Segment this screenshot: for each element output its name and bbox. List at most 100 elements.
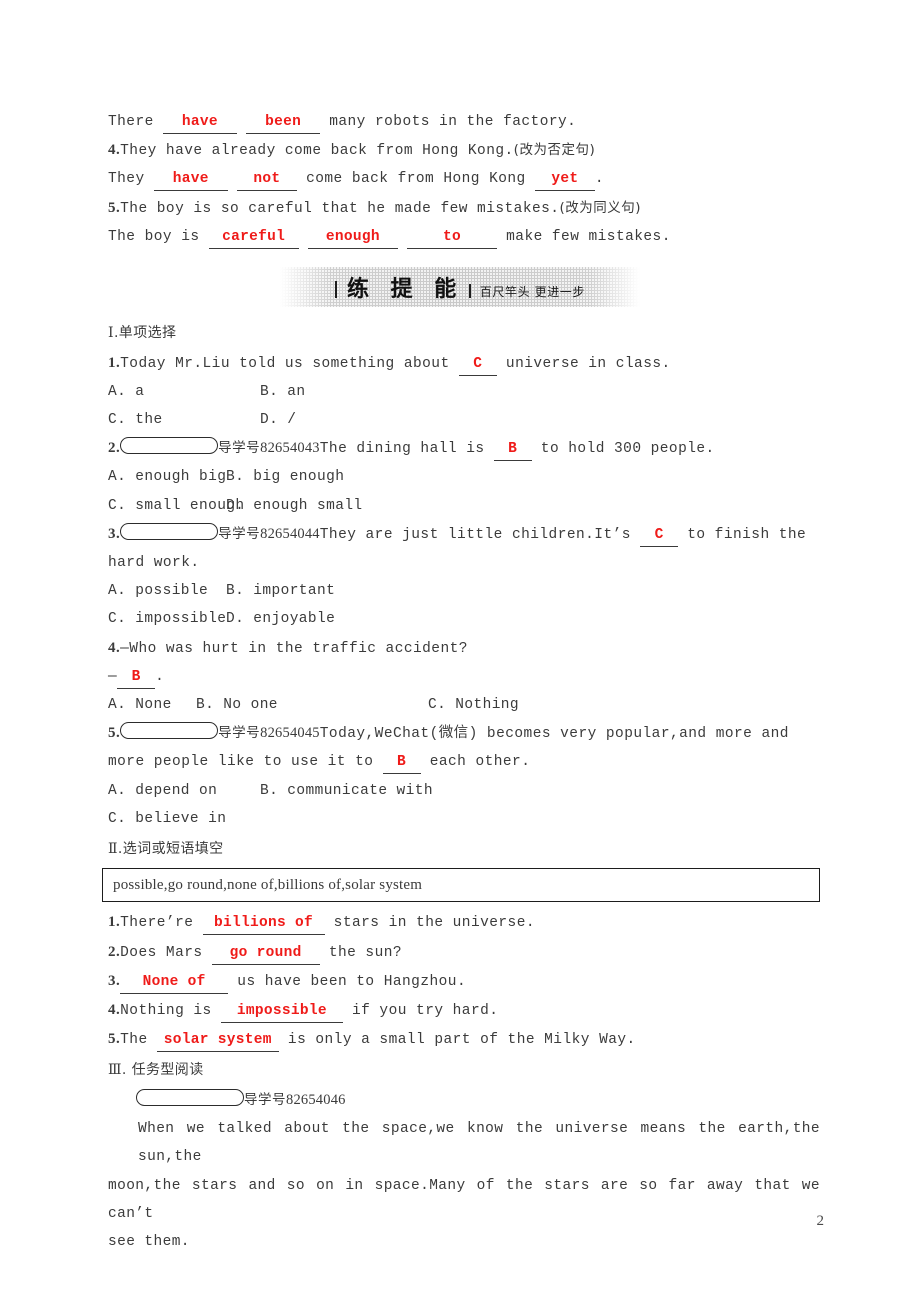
option-c[interactable]: C. Nothing bbox=[428, 691, 519, 719]
exercise-q5-stem: 5.The boy is so careful that he made few… bbox=[108, 194, 820, 223]
question-number: 5. bbox=[108, 725, 121, 742]
option-c[interactable]: C. impossible bbox=[108, 605, 226, 633]
s3-passage-line-2: moon,the stars and so on in space.Many o… bbox=[108, 1177, 830, 1222]
section-numeral: Ⅲ bbox=[108, 1063, 122, 1079]
section-title: . 任务型阅读 bbox=[121, 1062, 204, 1079]
study-code-number: 82654046 bbox=[286, 1091, 346, 1108]
section-title: .单项选择 bbox=[113, 325, 177, 342]
option-c[interactable]: C. believe in bbox=[108, 805, 226, 833]
question-number: 2. bbox=[108, 440, 121, 457]
option-b[interactable]: B. communicate with bbox=[260, 777, 433, 805]
study-code-number: 82654045 bbox=[260, 725, 320, 742]
s3-passage-line-1: When we talked about the space,we know t… bbox=[138, 1121, 830, 1166]
question-number: 4. bbox=[108, 142, 121, 159]
banner-title: 练 提 能 bbox=[346, 277, 464, 303]
answer-blank[interactable]: C bbox=[458, 355, 497, 376]
option-a[interactable]: A. None bbox=[108, 691, 196, 719]
s2-item-3: 3. None of us have been to Hangzhou. bbox=[108, 967, 820, 996]
option-b[interactable]: B. big enough bbox=[226, 463, 344, 491]
s1-q5-stem: 5. 导学号82654045Today,WeChat(微信) becomes ve… bbox=[108, 719, 820, 748]
text-fragment: universe in class. bbox=[496, 355, 671, 372]
text-fragment: The dining hall is bbox=[319, 441, 494, 458]
option-b[interactable]: B. No one bbox=[196, 691, 428, 719]
answer-blank[interactable]: have bbox=[153, 170, 228, 192]
s1-q3-stem-wrap: hard work. bbox=[108, 554, 200, 571]
text-fragment: . bbox=[155, 668, 165, 685]
s1-q4-options-row: A. None B. No one C. Nothing bbox=[108, 691, 820, 719]
option-c[interactable]: C. small enough bbox=[108, 492, 244, 520]
option-a[interactable]: A. enough big bbox=[108, 463, 226, 491]
answer-blank[interactable]: solar system bbox=[156, 1031, 279, 1053]
answer-blank[interactable]: B bbox=[493, 440, 532, 462]
option-d[interactable]: D. / bbox=[260, 406, 296, 434]
banner-subtitle: 百尺竿头 更进一步 bbox=[479, 285, 586, 300]
option-b[interactable]: B. an bbox=[260, 378, 306, 406]
option-d[interactable]: D. enjoyable bbox=[226, 605, 335, 633]
section-heading-2: Ⅱ.选词或短语填空 bbox=[108, 835, 820, 865]
s1-q1-stem: 1.Today Mr.Liu told us something about C… bbox=[108, 349, 820, 378]
study-code-pill bbox=[120, 437, 219, 455]
question-number: 3. bbox=[108, 972, 121, 989]
s1-q4-stem: 4.—Who was hurt in the traffic accident? bbox=[108, 634, 820, 663]
s1-q2-options-row2: C. small enoughD. enough small bbox=[108, 492, 820, 520]
s2-item-4: 4.Nothing is impossible if you try hard. bbox=[108, 996, 820, 1025]
study-code-label: 导学号 bbox=[218, 440, 261, 457]
text-fragment: each other. bbox=[420, 754, 531, 771]
instruction-cn: (改为否定句) bbox=[513, 142, 596, 159]
answer-blank[interactable]: careful bbox=[208, 228, 299, 249]
study-code-label: 导学号 bbox=[244, 1091, 286, 1108]
study-code-number: 82654043 bbox=[260, 440, 320, 457]
answer-blank[interactable]: billions of bbox=[202, 914, 325, 936]
banner-inner: 练 提 能 百尺竿头 更进一步 bbox=[334, 271, 586, 303]
answer-blank[interactable]: yet bbox=[534, 170, 595, 192]
section-title: .选词或短语填空 bbox=[117, 840, 224, 857]
answer-blank[interactable]: been bbox=[246, 113, 321, 134]
s1-q2-stem: 2. 导学号82654043The dining hall is B to hol… bbox=[108, 434, 820, 463]
option-a[interactable]: A. a bbox=[108, 378, 260, 406]
answer-blank[interactable]: to bbox=[406, 228, 497, 249]
section-numeral: Ⅱ bbox=[108, 841, 118, 857]
answer-blank[interactable]: B bbox=[382, 753, 421, 775]
option-d[interactable]: D. enough small bbox=[226, 492, 363, 520]
answer-blank[interactable]: impossible bbox=[220, 1002, 343, 1024]
question-number: 4. bbox=[108, 1002, 121, 1019]
worksheet-page: There have been many robots in the facto… bbox=[0, 0, 920, 1302]
text-fragment: Does Mars bbox=[120, 944, 212, 961]
s1-q1-options-row2: C. the D. / bbox=[108, 406, 820, 434]
text-fragment: They have already come back from Hong Ko… bbox=[120, 143, 514, 160]
text-fragment: many robots in the factory. bbox=[320, 114, 577, 130]
text-fragment: the sun? bbox=[319, 944, 403, 961]
question-number: 1. bbox=[108, 914, 121, 931]
s2-item-2: 2.Does Mars go round the sun? bbox=[108, 938, 820, 967]
answer-blank[interactable]: not bbox=[236, 170, 297, 192]
option-a[interactable]: A. possible bbox=[108, 577, 226, 605]
text-fragment: is only a small part of the Milky Way. bbox=[278, 1032, 636, 1049]
page-content: There have been many robots in the facto… bbox=[102, 108, 830, 1256]
exercise-q5-answer: The boy is careful enough to make few mi… bbox=[108, 223, 820, 251]
question-number: 4. bbox=[108, 639, 121, 656]
answer-blank[interactable]: enough bbox=[307, 228, 398, 249]
banner-divider-left-icon bbox=[334, 281, 337, 299]
study-code-pill bbox=[136, 1088, 244, 1106]
answer-blank[interactable]: have bbox=[162, 113, 237, 134]
section-heading-1: Ⅰ.单项选择 bbox=[108, 319, 820, 349]
answer-blank[interactable]: None of bbox=[120, 973, 229, 994]
s1-q5-stem-wrap: more people like to use it to B each oth… bbox=[108, 748, 820, 776]
option-b[interactable]: B. important bbox=[226, 577, 335, 605]
text-fragment: The boy is so careful that he made few m… bbox=[120, 200, 560, 217]
s1-q3-options-row1: A. possible B. important bbox=[108, 577, 820, 605]
instruction-cn: (改为同义句) bbox=[559, 199, 641, 216]
exercise-q4-answer: They have not come back from Hong Kong y… bbox=[108, 165, 820, 193]
answer-blank[interactable]: B bbox=[117, 668, 156, 689]
s3-study-code-row: 导学号82654046 bbox=[108, 1086, 820, 1115]
option-c[interactable]: C. the bbox=[108, 406, 260, 434]
text-fragment: Nothing is bbox=[120, 1003, 221, 1020]
answer-blank[interactable]: C bbox=[640, 526, 679, 547]
answer-blank[interactable]: go round bbox=[211, 944, 320, 965]
word-bank-text: possible,go round,none of,billions of,so… bbox=[113, 876, 423, 893]
option-a[interactable]: A. depend on bbox=[108, 777, 260, 805]
question-number: 5. bbox=[108, 1031, 121, 1048]
study-code-label: 导学号 bbox=[218, 725, 261, 742]
